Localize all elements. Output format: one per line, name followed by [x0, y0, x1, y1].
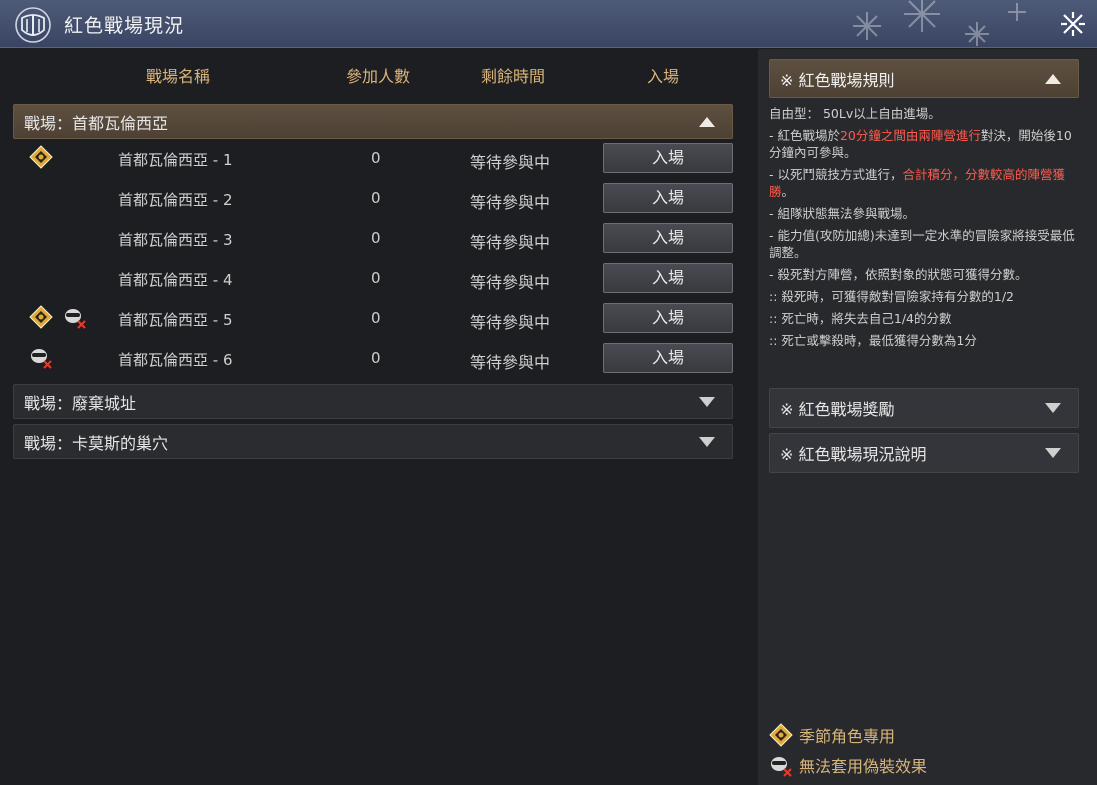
rewards-section-header[interactable]: ※ 紅色戰場獎勵: [769, 388, 1079, 428]
table-row: 首都瓦倫西亞 - 5 0 等待參與中 入場: [13, 299, 733, 339]
enter-button[interactable]: 入場: [603, 263, 733, 293]
table-row: 首都瓦倫西亞 - 6 0 等待參與中 入場: [13, 339, 733, 379]
rewards-header-label: ※ 紅色戰場獎勵: [780, 400, 895, 419]
title-bar: 紅色戰場現況: [0, 0, 1097, 48]
rule-kill-score: - 殺死對方陣營，依照對象的狀態可獲得分數。: [769, 267, 1028, 282]
remaining-time: 等待參與中: [470, 353, 551, 372]
rule-kill-detail: :: 殺死時，可獲得敵對冒險家持有分數的1/2: [769, 289, 1015, 304]
rule-min-score: :: 死亡或擊殺時，最低獲得分數為1分: [769, 333, 977, 348]
participant-count: 0: [371, 269, 381, 287]
status-header-label: ※ 紅色戰場現況說明: [780, 445, 927, 464]
column-header-name: 戰場名稱: [145, 67, 210, 86]
participant-count: 0: [371, 229, 381, 247]
remaining-time: 等待參與中: [470, 273, 551, 292]
participant-count: 0: [371, 349, 381, 367]
rule-duration: - 紅色戰場於20分鐘之間由兩陣營進行對決，開始後10分鐘內可參與。: [769, 128, 1072, 160]
season-character-icon: [29, 145, 53, 169]
no-disguise-icon: [31, 349, 52, 369]
battlefield-name: 首都瓦倫西亞 - 1: [118, 151, 233, 169]
participant-count: 0: [371, 309, 381, 327]
battlefield-list-panel: 戰場名稱 參加人數 剩餘時間 入場 戰場：首都瓦倫西亞 首都瓦倫西亞 - 1 0…: [0, 49, 757, 785]
rule-free-entry: 自由型： 50Lv以上自由進場。: [769, 106, 941, 121]
section-header-kamos-lair[interactable]: 戰場：卡莫斯的巢穴: [13, 424, 733, 459]
window-title: 紅色戰場現況: [64, 15, 185, 37]
battlefield-name: 首都瓦倫西亞 - 3: [118, 231, 233, 249]
participant-count: 0: [371, 149, 381, 167]
remaining-time: 等待參與中: [470, 153, 551, 172]
rule-no-party: - 組隊狀態無法參與戰場。: [769, 206, 915, 221]
expand-arrow-icon: [699, 397, 715, 407]
rule-victory: - 以死鬥競技方式進行，合計積分，分數較高的陣營獲勝。: [769, 167, 1066, 199]
battlefield-name: 首都瓦倫西亞 - 5: [118, 311, 233, 329]
rules-body: 自由型： 50Lv以上自由進場。 - 紅色戰場於20分鐘之間由兩陣營進行對決，開…: [769, 105, 1081, 354]
battlefield-name: 首都瓦倫西亞 - 4: [118, 271, 233, 289]
section-header-valencia[interactable]: 戰場：首都瓦倫西亞: [13, 104, 733, 139]
rules-header-label: ※ 紅色戰場規則: [780, 70, 895, 90]
rule-stat-adjust: - 能力值(攻防加總)未達到一定水準的冒險家將接受最低調整。: [769, 228, 1075, 260]
status-description-header[interactable]: ※ 紅色戰場現況說明: [769, 433, 1079, 473]
enter-button[interactable]: 入場: [603, 223, 733, 253]
red-battlefield-emblem-icon: [15, 7, 51, 43]
battlefield-name: 首都瓦倫西亞 - 2: [118, 191, 233, 209]
remaining-time: 等待參與中: [470, 313, 551, 332]
no-disguise-icon: [771, 757, 792, 777]
no-disguise-icon: [65, 309, 86, 329]
collapse-arrow-icon: [1045, 74, 1061, 84]
close-button[interactable]: [1057, 8, 1089, 40]
collapse-arrow-icon: [699, 117, 715, 127]
participant-count: 0: [371, 189, 381, 207]
enter-button[interactable]: 入場: [603, 143, 733, 173]
enter-button[interactable]: 入場: [603, 183, 733, 213]
season-character-icon: [29, 305, 53, 329]
info-panel: ※ 紅色戰場規則 自由型： 50Lv以上自由進場。 - 紅色戰場於20分鐘之間由…: [758, 49, 1097, 785]
enter-button[interactable]: 入場: [603, 343, 733, 373]
column-header-count: 參加人數: [345, 67, 410, 86]
table-row: 首都瓦倫西亞 - 3 0 等待參與中 入場: [13, 219, 733, 259]
snowflake-decoration-icon: [853, 0, 1026, 46]
legend-no-disguise: 無法套用偽裝效果: [769, 753, 927, 777]
legend-season-label: 季節角色專用: [799, 727, 896, 746]
expand-arrow-icon: [1045, 403, 1061, 413]
legend-season: 季節角色專用: [769, 723, 895, 747]
table-row: 首都瓦倫西亞 - 1 0 等待參與中 入場: [13, 139, 733, 179]
expand-arrow-icon: [1045, 448, 1061, 458]
section-label: 戰場：廢棄城址: [24, 393, 137, 413]
column-header-time: 剩餘時間: [480, 67, 545, 86]
rule-death-detail: :: 死亡時，將失去自己1/4的分數: [769, 311, 952, 326]
remaining-time: 等待參與中: [470, 233, 551, 252]
battlefield-name: 首都瓦倫西亞 - 6: [118, 351, 233, 369]
remaining-time: 等待參與中: [470, 193, 551, 212]
enter-button[interactable]: 入場: [603, 303, 733, 333]
season-character-icon: [769, 723, 793, 747]
section-label: 戰場：卡莫斯的巢穴: [24, 433, 169, 453]
section-header-ruined-castle[interactable]: 戰場：廢棄城址: [13, 384, 733, 419]
expand-arrow-icon: [699, 437, 715, 447]
table-row: 首都瓦倫西亞 - 2 0 等待參與中 入場: [13, 179, 733, 219]
legend-no-disguise-label: 無法套用偽裝效果: [799, 757, 928, 776]
rules-section-header[interactable]: ※ 紅色戰場規則: [769, 59, 1079, 98]
table-row: 首都瓦倫西亞 - 4 0 等待參與中 入場: [13, 259, 733, 299]
column-header-enter: 入場: [646, 67, 679, 86]
section-label: 戰場：首都瓦倫西亞: [24, 113, 169, 133]
